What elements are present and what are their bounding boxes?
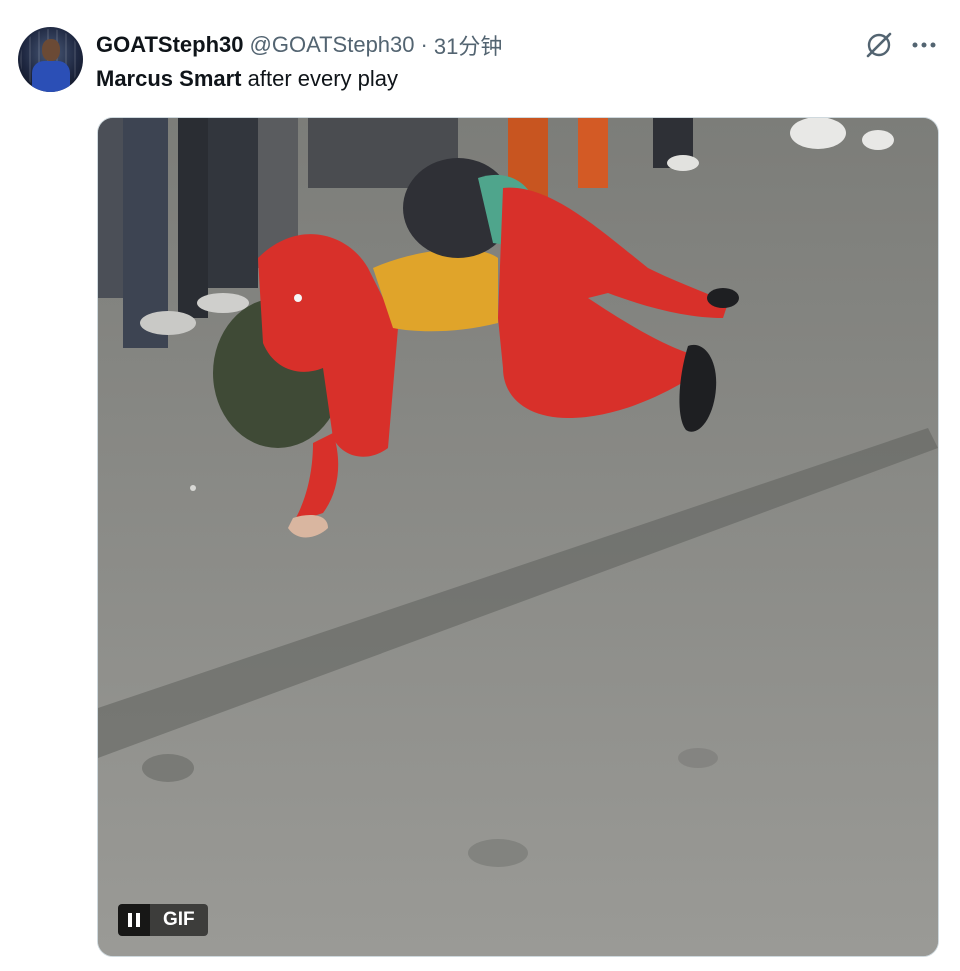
separator-dot: ·	[420, 32, 428, 57]
avatar[interactable]	[18, 27, 83, 92]
gif-frame-image	[98, 118, 938, 956]
grok-icon[interactable]	[864, 30, 894, 60]
user-handle[interactable]: @GOATSteph30	[250, 32, 415, 58]
more-icon[interactable]	[910, 30, 940, 60]
gif-media[interactable]	[97, 117, 939, 957]
timestamp[interactable]: 31分钟	[434, 29, 502, 61]
tweet-text-mention: Marcus Smart	[96, 66, 242, 91]
avatar-jersey	[32, 61, 70, 92]
display-name[interactable]: GOATSteph30	[96, 32, 244, 58]
tweet-header: GOATSteph30 @GOATSteph30 · 31分钟	[96, 31, 502, 59]
tweet-text-body: after every play	[241, 66, 399, 91]
gif-badge: GIF	[150, 904, 208, 936]
avatar-head	[42, 39, 60, 61]
tweet-text: Marcus Smart after every play	[96, 66, 398, 92]
gif-controls: GIF	[118, 904, 208, 936]
pause-icon[interactable]	[118, 904, 150, 936]
